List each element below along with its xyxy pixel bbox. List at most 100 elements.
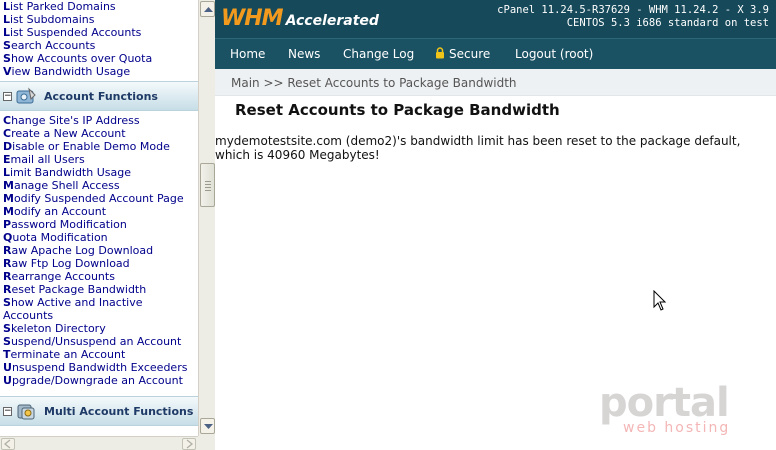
result-message: mydemotestsite.com (demo2)'s bandwidth l…	[215, 134, 741, 162]
multi-account-functions-icon	[17, 404, 35, 420]
collapse-toggle-icon[interactable]: −	[3, 407, 12, 416]
breadcrumb: Main >> Reset Accounts to Package Bandwi…	[215, 69, 776, 96]
sidebar-link-initial: E	[3, 153, 11, 166]
page-title: Reset Accounts to Package Bandwidth	[235, 101, 560, 119]
sidebar-link-initial: T	[3, 348, 11, 361]
sidebar-link-label: earch Accounts	[10, 39, 96, 52]
sidebar-link-initial: M	[3, 205, 14, 218]
sidebar-link[interactable]: Manage Shell Access	[0, 179, 198, 192]
sidebar-link-initial: M	[3, 192, 14, 205]
whm-logo: WHM Accelerated	[221, 6, 379, 32]
collapse-toggle-icon[interactable]: −	[3, 92, 12, 101]
sidebar-link-label: how Accounts over Quota	[10, 52, 153, 65]
sidebar-link[interactable]: Modify Suspended Account Page	[0, 192, 198, 205]
sidebar-link[interactable]: Raw Ftp Log Download	[0, 257, 198, 270]
sidebar-link[interactable]: Create a New Account	[0, 127, 198, 140]
multi-account-functions-title: Multi Account Functions	[44, 405, 194, 418]
multi-account-functions-header[interactable]: − Multi Account Functions	[0, 396, 198, 426]
sidebar-link-label: aw Apache Log Download	[11, 244, 154, 257]
sidebar-link[interactable]: Show Active and Inactive Accounts	[0, 296, 195, 322]
sidebar-link[interactable]: Show Accounts over Quota	[0, 52, 198, 65]
sidebar-link[interactable]: Unsuspend Bandwidth Exceeders	[0, 361, 198, 374]
sidebar-link-initial: S	[3, 322, 11, 335]
sidebar-link-label: erminate an Account	[10, 348, 126, 361]
sidebar-link[interactable]: Suspend/Unsuspend an Account	[0, 335, 198, 348]
nav-home[interactable]: Home	[230, 47, 265, 61]
sidebar-link[interactable]: Upgrade/Downgrade an Account	[0, 374, 198, 387]
sidebar-link-label: nsuspend Bandwidth Exceeders	[11, 361, 188, 374]
sidebar-link-initial: S	[3, 296, 11, 309]
account-functions-header[interactable]: − Account Functions	[0, 81, 198, 111]
sidebar-link-label: how Active and Inactive Accounts	[3, 296, 143, 322]
nav-secure[interactable]: Secure	[435, 47, 490, 61]
sidebar-link[interactable]: View Bandwidth Usage	[0, 65, 198, 78]
sidebar-link[interactable]: Modify an Account	[0, 205, 198, 218]
version-info: cPanel 11.24.5-R37629 - WHM 11.24.2 - X …	[497, 4, 769, 30]
sidebar-link-label: mail all Users	[10, 153, 85, 166]
sidebar-link[interactable]: Password Modification	[0, 218, 198, 231]
sidebar-link-label: odify Suspended Account Page	[13, 192, 184, 205]
scroll-up-button[interactable]	[200, 1, 215, 17]
sidebar-link[interactable]: Email all Users	[0, 153, 198, 166]
top-navigation: Home News Change Log Secure Logout (root…	[215, 38, 776, 69]
sidebar-link-label: odify an Account	[13, 205, 107, 218]
sidebar-link[interactable]: Skeleton Directory	[0, 322, 198, 335]
header-banner: WHM Accelerated cPanel 11.24.5-R37629 - W…	[215, 0, 776, 38]
portal-watermark-logo: portal web hosting	[599, 380, 759, 440]
sidebar-link-initial: P	[3, 218, 12, 231]
scroll-left-button[interactable]	[1, 438, 15, 450]
sidebar-link-label: pgrade/Downgrade an Account	[11, 374, 183, 387]
sidebar-link-label: keleton Directory	[10, 322, 106, 335]
sidebar-link-label: aw Ftp Log Download	[11, 257, 130, 270]
sidebar-link-initial: C	[3, 127, 12, 140]
version-line-1: cPanel 11.24.5-R37629 - WHM 11.24.2 - X …	[497, 4, 769, 16]
sidebar-link[interactable]: List Subdomains	[0, 13, 198, 26]
sidebar-link-label: reate a New Account	[11, 127, 126, 140]
sidebar-link[interactable]: Rearrange Accounts	[0, 270, 198, 283]
logo-sub-text: Accelerated	[285, 13, 379, 29]
scroll-right-button[interactable]	[182, 438, 196, 450]
sidebar-link[interactable]: Reset Package Bandwidth	[0, 283, 198, 296]
version-line-2: CENTOS 5.3 i686 standard on test	[566, 17, 769, 29]
sidebar-vertical-scrollbar[interactable]	[198, 0, 215, 436]
sidebar-link[interactable]: List Parked Domains	[0, 0, 198, 13]
sidebar-link-label: ist Parked Domains	[10, 0, 116, 13]
sidebar-link-label: iew Bandwidth Usage	[11, 65, 131, 78]
sidebar-link-label: isable or Enable Demo Mode	[12, 140, 170, 153]
nav-news[interactable]: News	[288, 47, 320, 61]
sidebar-link[interactable]: Terminate an Account	[0, 348, 198, 361]
sidebar-link-initial: S	[3, 52, 11, 65]
account-functions-icon	[16, 87, 36, 104]
sidebar-link[interactable]: Limit Bandwidth Usage	[0, 166, 198, 179]
scroll-down-button[interactable]	[200, 418, 215, 434]
sidebar-link-initial: L	[3, 26, 11, 39]
mouse-cursor-icon	[653, 290, 667, 311]
sidebar-link-initial: C	[3, 114, 12, 127]
sidebar-link-initial: D	[3, 140, 13, 153]
sidebar-link-label: uspend/Unsuspend an Account	[10, 335, 182, 348]
account-functions-list: Change Site's IP Address Create a New Acc…	[0, 114, 198, 387]
sidebar-link-initial: V	[3, 65, 12, 78]
nav-change-log[interactable]: Change Log	[343, 47, 414, 61]
sidebar-link-initial: L	[3, 166, 11, 179]
sidebar-link-initial: U	[3, 361, 12, 374]
sidebar-link[interactable]: Raw Apache Log Download	[0, 244, 198, 257]
nav-logout[interactable]: Logout (root)	[515, 47, 593, 61]
scroll-thumb[interactable]	[200, 163, 215, 207]
sidebar-link-initial: S	[3, 335, 11, 348]
sidebar-link-label: assword Modification	[11, 218, 127, 231]
arrow-up-icon	[204, 7, 213, 12]
arrow-right-icon	[186, 439, 194, 449]
sidebar-link-label: imit Bandwidth Usage	[10, 166, 131, 179]
sidebar-link-initial: S	[3, 39, 11, 52]
sidebar-link[interactable]: Quota Modification	[0, 231, 198, 244]
sidebar-horizontal-scrollbar[interactable]	[0, 436, 198, 450]
sidebar-link-label: eset Package Bandwidth	[11, 283, 147, 296]
sidebar-link[interactable]: Disable or Enable Demo Mode	[0, 140, 198, 153]
sidebar-link[interactable]: List Suspended Accounts	[0, 26, 198, 39]
scrollbar-corner	[198, 436, 215, 450]
sidebar-top-list: List Parked Domains List Subdomains List S…	[0, 0, 198, 78]
sidebar-link[interactable]: Search Accounts	[0, 39, 198, 52]
sidebar-link-label: hange Site's IP Address	[11, 114, 140, 127]
sidebar-link[interactable]: Change Site's IP Address	[0, 114, 198, 127]
